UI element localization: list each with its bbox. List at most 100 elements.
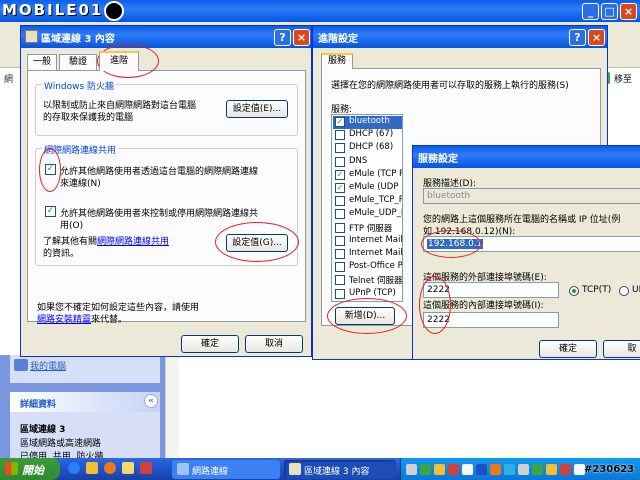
properties-dialog: 區域連線 3 內容 ? × 一般 驗證 進階 Windows 防火牆 以限制或防… — [20, 25, 312, 357]
service-checkbox[interactable] — [335, 196, 345, 207]
bg-close-button[interactable]: × — [620, 3, 637, 20]
service-item[interactable]: Internet Mail Access — [333, 248, 402, 261]
tray-icon-3[interactable] — [434, 464, 445, 475]
quicklaunch-media-icon[interactable] — [104, 462, 116, 474]
advanced-help-button[interactable]: ? — [569, 29, 586, 46]
tray-icon-10[interactable] — [532, 464, 543, 475]
properties-title: 區域連線 3 內容 — [41, 34, 115, 45]
quicklaunch-folder-icon[interactable] — [122, 462, 134, 474]
tray-icon-1[interactable] — [406, 464, 417, 475]
service-checkbox[interactable]: ✓ — [335, 183, 345, 193]
allow-connect-label-2[interactable]: 來連線(N) — [60, 176, 101, 189]
service-item[interactable]: eMule_UDP_Port — [333, 208, 402, 221]
network-wizard-link[interactable]: 網路安裝精靈 — [37, 315, 91, 325]
properties-cancel-button[interactable]: 取消 — [245, 335, 303, 353]
properties-icon — [289, 463, 301, 475]
network-icon — [25, 30, 38, 43]
tab-authentication[interactable]: 驗證 — [59, 54, 97, 70]
bluetooth-icon[interactable] — [476, 464, 487, 475]
tray-icon-9[interactable] — [518, 464, 529, 475]
tab-general[interactable]: 一般 — [27, 54, 57, 70]
go-button-label[interactable]: 移至 — [614, 72, 632, 85]
network-folder-icon — [177, 463, 189, 475]
service-checkbox[interactable] — [335, 249, 345, 259]
service-item[interactable]: ✓ eMule (UDP Port) — [333, 182, 402, 195]
services-description: 選擇在您的網際網路使用者可以存取的服務上執行的服務(S) — [331, 81, 569, 91]
quicklaunch-desktop-icon[interactable] — [86, 462, 98, 474]
service-item-label: DNS — [349, 155, 368, 166]
watermark-logo: MOBILE01 — [2, 1, 104, 19]
quicklaunch-ie-icon[interactable] — [68, 462, 80, 474]
service-item-label: eMule (UDP Port) — [349, 182, 402, 192]
tab-advanced[interactable]: 進階 — [99, 51, 139, 71]
details-title: 詳細資料 — [20, 400, 57, 410]
tray-icon-5[interactable] — [462, 464, 473, 475]
scrollbar-track[interactable] — [165, 355, 179, 458]
tray-icon-7[interactable] — [490, 464, 501, 475]
ics-help-link[interactable]: 網際網路連線共用 — [97, 237, 169, 247]
quicklaunch-app-icon[interactable] — [140, 462, 152, 474]
service-item[interactable]: ✓ eMule (TCP Port) — [333, 169, 402, 182]
tab-services[interactable]: 服務 — [321, 53, 353, 69]
tray-icon-4[interactable] — [448, 464, 459, 475]
service-checkbox[interactable] — [335, 235, 345, 246]
service-item-label: bluetooth — [349, 116, 390, 126]
service-item[interactable]: DNS — [333, 155, 402, 169]
tray-icon-2[interactable] — [420, 464, 431, 475]
service-checkbox[interactable] — [335, 143, 345, 154]
service-desc-field[interactable]: bluetooth — [423, 188, 640, 204]
service-checkbox[interactable] — [335, 275, 345, 286]
services-list[interactable]: ✓ bluetooth DHCP (67) DHCP (68) DNS ✓ eMule (T… — [331, 114, 403, 302]
service-checkbox[interactable] — [335, 156, 345, 167]
computer-icon — [14, 359, 28, 371]
collapse-icon[interactable]: « — [144, 394, 158, 408]
firewall-settings-button[interactable]: 設定值(E)... — [226, 100, 288, 118]
tcp-radio[interactable] — [569, 286, 579, 296]
service-checkbox[interactable] — [335, 222, 345, 233]
annotation-port-fields — [419, 276, 451, 334]
service-titlebar[interactable]: 服務設定 — [413, 146, 640, 168]
service-item[interactable]: ✓ bluetooth — [333, 116, 402, 129]
advanced-close-button[interactable]: × — [588, 29, 605, 46]
advanced-titlebar[interactable]: 進階設定 — [313, 26, 607, 48]
details-conn-desc: 區域網路或高速網路 — [20, 439, 102, 449]
properties-ok-button[interactable]: 確定 — [181, 335, 239, 353]
service-item[interactable]: FTP 伺服器 — [333, 222, 402, 235]
service-item[interactable]: DHCP (68) — [333, 142, 402, 155]
service-ok-button[interactable]: 確定 — [539, 340, 597, 358]
allow-control-checkbox[interactable]: ✓ — [45, 206, 56, 217]
service-item[interactable]: Internet Mail Access — [333, 234, 403, 248]
service-item[interactable]: Post-Office Protocol — [333, 261, 402, 274]
service-item-label: Internet Mail Access — [349, 234, 403, 245]
wizard-suffix: 來代替。 — [91, 315, 128, 325]
service-title: 服務設定 — [418, 154, 458, 165]
bg-minimize-button[interactable]: _ — [582, 3, 599, 20]
service-item-label: UPnP (TCP) — [349, 287, 396, 298]
properties-help-button[interactable]: ? — [274, 29, 291, 46]
properties-close-button[interactable]: × — [293, 29, 310, 46]
tcp-label[interactable]: TCP(T) — [582, 285, 611, 295]
allow-control-label-1[interactable]: 允許其他網路使用者來控制或停用網際網路連線共 — [60, 206, 258, 219]
image-id-watermark: #230623 — [584, 464, 635, 475]
service-item[interactable]: DHCP (67) — [333, 129, 402, 142]
service-checkbox[interactable]: ✓ — [335, 169, 345, 180]
properties-titlebar[interactable]: 區域連線 3 內容 — [21, 26, 311, 48]
my-computer-link[interactable]: 我的電腦 — [30, 359, 66, 372]
tray-icon-11[interactable] — [546, 464, 557, 475]
service-item-label: FTP 伺服器 — [349, 223, 393, 234]
service-item-label: eMule_UDP_Port — [349, 208, 402, 219]
udp-label[interactable]: UD — [632, 285, 640, 295]
udp-radio[interactable] — [619, 286, 629, 296]
service-checkbox[interactable] — [335, 209, 345, 220]
service-checkbox[interactable] — [335, 288, 345, 299]
allow-control-label-2[interactable]: 用(O) — [60, 218, 83, 231]
service-item[interactable]: eMule_TCP_Port — [333, 195, 402, 208]
service-item[interactable]: Telnet 伺服器 — [333, 274, 402, 287]
bg-maximize-button[interactable]: □ — [601, 3, 618, 20]
tray-icon-8[interactable] — [504, 464, 515, 475]
service-cancel-button[interactable]: 取 — [603, 340, 640, 358]
service-checkbox[interactable] — [335, 262, 345, 273]
tray-icon-12[interactable] — [560, 464, 571, 475]
service-checkbox[interactable] — [335, 130, 345, 141]
service-checkbox[interactable]: ✓ — [335, 117, 345, 127]
